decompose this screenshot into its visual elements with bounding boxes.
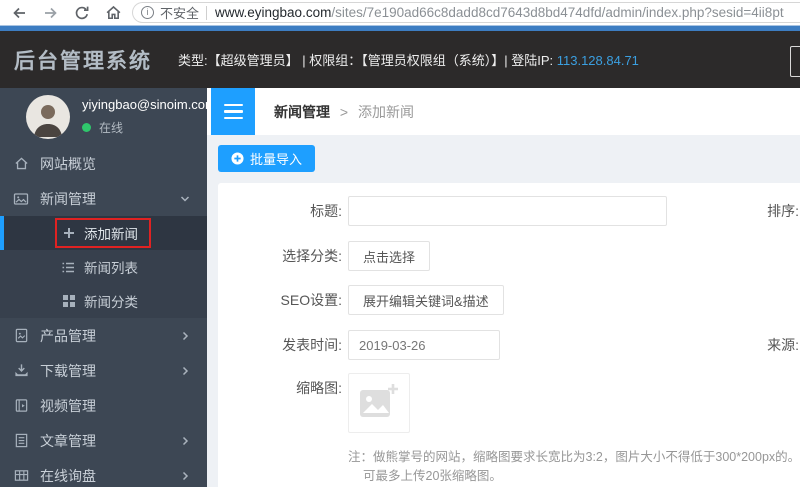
- login-info-text: 类型:【超级管理员】 | 权限组：【管理员权限组（系统）】| 登陆IP:: [178, 53, 553, 68]
- category-label: 选择分类:: [218, 241, 342, 271]
- back-icon[interactable]: [10, 4, 28, 22]
- sidebar: yiyingbao@sinoim.com 在线 网站概览 新闻管理: [0, 88, 207, 487]
- sidebar-item-label: 新闻管理: [40, 189, 96, 209]
- category-select-button[interactable]: 点击选择: [348, 241, 430, 271]
- chevron-right-icon: [179, 470, 191, 482]
- source-label: 来源:: [753, 330, 799, 360]
- breadcrumb-parent[interactable]: 新闻管理: [274, 104, 330, 120]
- breadcrumb: 新闻管理 > 添加新闻: [274, 102, 414, 122]
- address-divider: [206, 6, 207, 20]
- sidebar-item-videos[interactable]: 视频管理: [0, 388, 207, 423]
- sidebar-item-label: 下载管理: [40, 361, 96, 381]
- user-block: yiyingbao@sinoim.com 在线: [0, 88, 207, 146]
- sidebar-item-news-category[interactable]: 新闻分类: [0, 284, 207, 318]
- login-ip: 113.128.84.71: [557, 53, 639, 68]
- video-icon: [13, 398, 29, 414]
- url-path: /sites/7e190ad66c8dadd8cd7643d8bd474dfd/…: [331, 5, 783, 20]
- user-email[interactable]: yiyingbao@sinoim.com: [82, 97, 216, 112]
- title-input[interactable]: [348, 196, 667, 226]
- sidebar-item-label: 新闻列表: [84, 257, 138, 277]
- sidebar-item-label: 网站概览: [40, 154, 96, 174]
- download-icon: [13, 363, 29, 379]
- home-toolbar-icon[interactable]: [104, 4, 122, 22]
- seo-expand-button[interactable]: 展开编辑关键词&描述: [348, 285, 504, 315]
- url-text[interactable]: www.eyingbao.com/sites/7e190ad66c8dadd8c…: [215, 5, 784, 20]
- home-icon: [13, 156, 29, 172]
- browser-toolbar: i 不安全 www.eyingbao.com/sites/7e190ad66c8…: [0, 0, 800, 25]
- page-title: 后台管理系统: [14, 45, 152, 75]
- seo-label: SEO设置:: [218, 285, 342, 315]
- sidebar-item-label: 新闻分类: [84, 291, 138, 311]
- hamburger-menu-button[interactable]: [211, 88, 255, 135]
- logout-button[interactable]: [790, 46, 800, 77]
- batch-import-button[interactable]: 批量导入: [218, 145, 315, 172]
- product-icon: [13, 328, 29, 344]
- security-label[interactable]: 不安全: [160, 3, 199, 22]
- sidebar-item-add-news[interactable]: 添加新闻: [0, 216, 207, 250]
- user-status: 在线: [82, 119, 123, 136]
- main-content: 新闻管理 > 添加新闻 批量导入 标题: 排序: 选择分类: 点击选择 SEO设: [207, 88, 800, 487]
- publish-date-input[interactable]: [348, 330, 500, 360]
- content-topbar: 新闻管理 > 添加新闻: [207, 88, 800, 135]
- sidebar-item-label: 视频管理: [40, 396, 96, 416]
- title-label: 标题:: [218, 196, 342, 226]
- chevron-down-icon: [179, 193, 191, 205]
- chevron-right-icon: [179, 330, 191, 342]
- sidebar-item-articles[interactable]: 文章管理: [0, 423, 207, 458]
- note-line-1: 注：做熊掌号的网站，缩略图要求长宽比为3:2，图片大小不得低于300*200px…: [348, 448, 800, 467]
- table-icon: [13, 468, 29, 484]
- sidebar-item-products[interactable]: 产品管理: [0, 318, 207, 353]
- batch-import-label: 批量导入: [250, 149, 302, 168]
- plus-circle-icon: [231, 152, 244, 165]
- sidebar-item-label: 文章管理: [40, 431, 96, 451]
- login-info: 类型:【超级管理员】 | 权限组：【管理员权限组（系统）】| 登陆IP: 113…: [178, 50, 639, 69]
- admin-header: 后台管理系统 类型:【超级管理员】 | 权限组：【管理员权限组（系统）】| 登陆…: [0, 31, 800, 88]
- thumbnail-upload-box[interactable]: [348, 373, 410, 433]
- sidebar-item-label: 添加新闻: [84, 223, 138, 243]
- info-icon[interactable]: i: [141, 6, 154, 19]
- url-host: www.eyingbao.com: [215, 5, 331, 20]
- forward-icon[interactable]: [42, 4, 60, 22]
- workspace: 批量导入 标题: 排序: 选择分类: 点击选择 SEO设置: 展开编辑关键词&描…: [207, 135, 800, 487]
- grid-icon: [62, 295, 75, 308]
- refresh-icon[interactable]: [73, 4, 91, 22]
- sidebar-item-downloads[interactable]: 下载管理: [0, 353, 207, 388]
- breadcrumb-current: 添加新闻: [358, 104, 414, 120]
- sidebar-item-label: 产品管理: [40, 326, 96, 346]
- online-dot-icon: [82, 123, 91, 132]
- publish-date-label: 发表时间:: [218, 330, 342, 360]
- news-icon: [13, 191, 29, 207]
- note-line-2: 可最多上传20张缩略图。: [348, 467, 800, 486]
- chevron-right-icon: [179, 435, 191, 447]
- news-submenu: 添加新闻 新闻列表 新闻分类: [0, 216, 207, 318]
- chevron-right-icon: [179, 365, 191, 377]
- breadcrumb-separator: >: [340, 104, 348, 120]
- article-icon: [13, 433, 29, 449]
- image-plus-icon: [357, 382, 401, 424]
- thumbnail-label: 缩略图:: [218, 373, 342, 403]
- sidebar-item-news-list[interactable]: 新闻列表: [0, 250, 207, 284]
- thumbnail-note: 注：做熊掌号的网站，缩略图要求长宽比为3:2，图片大小不得低于300*200px…: [348, 448, 800, 486]
- online-label: 在线: [99, 119, 123, 136]
- sidebar-nav: 网站概览 新闻管理 添加新闻: [0, 146, 207, 487]
- sidebar-item-inquiries[interactable]: 在线询盘: [0, 458, 207, 487]
- avatar[interactable]: [26, 95, 70, 139]
- form-panel: 标题: 排序: 选择分类: 点击选择 SEO设置: 展开编辑关键词&描述 发表时…: [218, 183, 800, 487]
- sort-label: 排序:: [753, 196, 799, 226]
- sidebar-item-label: 在线询盘: [40, 466, 96, 486]
- sidebar-item-news[interactable]: 新闻管理: [0, 181, 207, 216]
- address-bar[interactable]: i 不安全 www.eyingbao.com/sites/7e190ad66c8…: [132, 2, 800, 23]
- list-icon: [62, 261, 75, 274]
- sidebar-item-site-overview[interactable]: 网站概览: [0, 146, 207, 181]
- plus-icon: [62, 227, 75, 240]
